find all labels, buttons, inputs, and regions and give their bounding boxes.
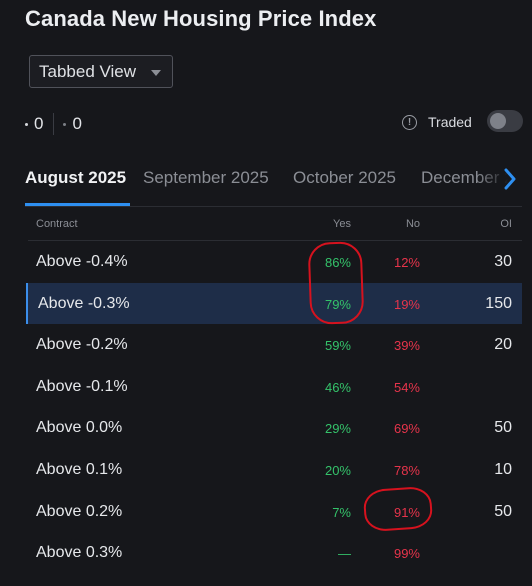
traded-label: Traded [428, 114, 472, 130]
table-row[interactable]: Above 0.2% 7% 91% 50 [28, 491, 522, 533]
contracts-table: Contract Yes No OI Above -0.4% 86% 12% 3… [26, 211, 522, 574]
no-price[interactable]: 39% [394, 338, 420, 353]
contract-name: Above -0.1% [36, 377, 128, 395]
traded-filter: ! Traded [402, 112, 472, 132]
contract-name: Above -0.3% [38, 294, 130, 312]
chevron-down-icon [151, 70, 161, 76]
open-interest: 50 [494, 419, 512, 437]
no-price[interactable]: 78% [394, 463, 420, 478]
month-tabs: August 2025 September 2025 October 2025 … [25, 160, 522, 207]
active-tab-indicator [25, 203, 130, 206]
table-row[interactable]: Above -0.2% 59% 39% 20 [28, 324, 522, 366]
header-contract: Contract [36, 218, 78, 230]
yes-price[interactable]: 59% [325, 338, 351, 353]
open-interest: 10 [494, 460, 512, 478]
open-interest: 20 [494, 336, 512, 354]
header-oi: OI [500, 218, 512, 230]
traded-toggle[interactable] [487, 110, 523, 132]
info-icon[interactable]: ! [402, 114, 417, 130]
yes-price[interactable]: 86% [325, 255, 351, 270]
view-mode-dropdown[interactable]: Tabbed View [29, 55, 173, 88]
table-row[interactable]: Above -0.1% 46% 54% [28, 366, 522, 408]
table-row[interactable]: Above -0.4% 86% 12% 30 [28, 241, 522, 283]
open-interest: 150 [485, 294, 512, 312]
open-interest: 30 [494, 253, 512, 270]
tabs-next-button[interactable] [497, 164, 523, 194]
yes-price[interactable]: 46% [325, 380, 351, 395]
tab-september-2025[interactable]: September 2025 [143, 168, 269, 188]
yes-price[interactable]: 79% [325, 297, 351, 312]
tab-october-2025[interactable]: October 2025 [293, 168, 396, 188]
table-row-selected[interactable]: Above -0.3% 79% 19% 150 [26, 282, 522, 325]
contract-name: Above 0.1% [36, 460, 123, 478]
no-price[interactable]: 99% [394, 546, 420, 561]
dot-icon [25, 122, 28, 126]
view-mode-value: Tabbed View [39, 61, 137, 81]
tab-august-2025[interactable]: August 2025 [25, 168, 126, 188]
page-title: Canada New Housing Price Index [25, 6, 377, 31]
header-no: No [405, 218, 420, 230]
header-yes: Yes [333, 218, 351, 230]
table-header: Contract Yes No OI [28, 211, 522, 241]
divider [53, 113, 55, 135]
contract-name: Above -0.2% [36, 336, 128, 354]
table-row[interactable]: Above 0.0% 29% 69% 50 [28, 407, 522, 449]
open-interest: 50 [494, 502, 512, 520]
contract-name: Above 0.0% [36, 419, 123, 437]
position-counts: 0 0 [25, 113, 82, 135]
no-price[interactable]: 69% [394, 421, 420, 436]
count-second: 0 [72, 114, 82, 133]
no-price[interactable]: 91% [394, 505, 420, 520]
yes-price[interactable]: 7% [332, 505, 351, 520]
table-row[interactable]: Above 0.3% — 99% [28, 532, 522, 574]
no-price[interactable]: 12% [394, 255, 420, 270]
contract-name: Above 0.2% [36, 502, 123, 520]
no-price[interactable]: 54% [394, 380, 420, 395]
yes-price[interactable]: 20% [325, 463, 351, 478]
chevron-right-icon [504, 168, 516, 190]
table-row[interactable]: Above 0.1% 20% 78% 10 [28, 449, 522, 491]
toggle-knob [490, 113, 506, 129]
dot-icon [63, 122, 67, 126]
count-first: 0 [34, 114, 44, 133]
contract-name: Above 0.3% [36, 544, 123, 562]
yes-price[interactable]: 29% [325, 421, 351, 436]
contract-name: Above -0.4% [36, 253, 128, 270]
yes-price[interactable]: — [338, 546, 351, 561]
no-price[interactable]: 19% [394, 297, 420, 312]
